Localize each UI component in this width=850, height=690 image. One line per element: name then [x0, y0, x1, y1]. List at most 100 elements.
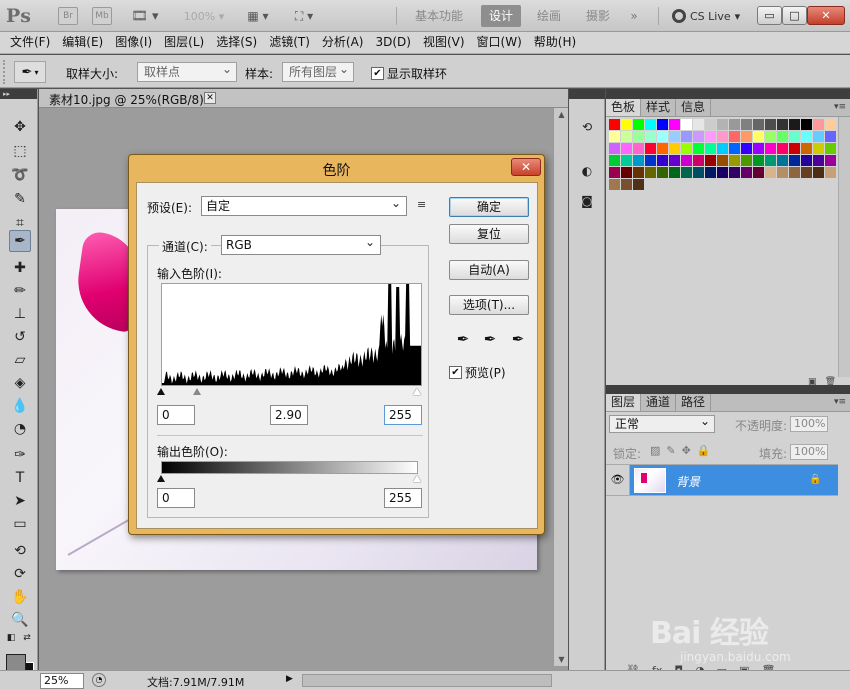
sample-layers-select[interactable]: 所有图层	[282, 60, 354, 82]
color-swatch[interactable]	[621, 143, 632, 154]
swatches-scrollbar[interactable]	[838, 117, 850, 377]
swap-colors-icon[interactable]: ⇄	[20, 632, 34, 644]
color-swatch[interactable]	[693, 155, 704, 166]
scroll-down-icon[interactable]: ▼	[556, 655, 567, 664]
history-brush-tool-icon[interactable]: ↺	[9, 326, 31, 348]
color-swatch[interactable]	[753, 119, 764, 130]
workspace-more-button[interactable]: »	[624, 5, 644, 27]
color-swatch[interactable]	[681, 131, 692, 142]
color-swatch[interactable]	[765, 167, 776, 178]
input-black-field[interactable]: 0	[157, 405, 195, 425]
pen-tool-icon[interactable]: ✑	[9, 444, 31, 466]
color-swatch[interactable]	[729, 143, 740, 154]
cs-live-button[interactable]: CS Live ▾	[672, 7, 740, 25]
vertical-scrollbar[interactable]: ▲ ▼	[553, 108, 568, 666]
tab-info[interactable]: 信息	[676, 99, 712, 116]
default-colors-icon[interactable]: ◧	[4, 632, 18, 644]
color-swatch[interactable]	[789, 131, 800, 142]
color-swatch[interactable]	[681, 155, 692, 166]
preview-checkbox[interactable]: ✔ 预览(P)	[449, 364, 506, 381]
input-gamma-handle[interactable]	[193, 388, 201, 395]
color-swatch[interactable]	[753, 143, 764, 154]
color-swatch[interactable]	[717, 155, 728, 166]
output-levels-slider[interactable]	[157, 475, 421, 485]
close-window-button[interactable]: ✕	[807, 6, 845, 25]
color-swatch[interactable]	[633, 143, 644, 154]
color-swatch[interactable]	[801, 155, 812, 166]
type-tool-icon[interactable]: T	[9, 467, 31, 489]
document-close-icon[interactable]: ✕	[204, 92, 216, 104]
lock-all-icon[interactable]: 🔒	[697, 444, 711, 457]
color-swatch[interactable]	[765, 119, 776, 130]
color-swatch[interactable]	[657, 119, 668, 130]
launch-bridge-button[interactable]: Br	[58, 7, 78, 25]
healing-brush-tool-icon[interactable]: ✚	[9, 257, 31, 279]
color-swatch[interactable]	[645, 119, 656, 130]
color-swatch[interactable]	[777, 131, 788, 142]
black-eyedropper-icon[interactable]: ✒	[454, 330, 472, 350]
color-swatch[interactable]	[621, 119, 632, 130]
color-swatch[interactable]	[609, 131, 620, 142]
color-swatch[interactable]	[789, 155, 800, 166]
preset-select[interactable]: 自定	[201, 194, 407, 216]
status-info-icon[interactable]: ◔	[92, 673, 106, 687]
color-swatch[interactable]	[633, 179, 644, 190]
input-black-point-handle[interactable]	[157, 388, 165, 395]
color-swatch[interactable]	[681, 119, 692, 130]
color-swatch[interactable]	[777, 155, 788, 166]
color-swatch[interactable]	[705, 155, 716, 166]
color-swatch[interactable]	[813, 143, 824, 154]
input-gamma-field[interactable]: 2.90	[270, 405, 308, 425]
rectangle-tool-icon[interactable]: ▭	[9, 513, 31, 535]
white-eyedropper-icon[interactable]: ✒	[509, 330, 527, 350]
move-tool-icon[interactable]: ✥	[9, 116, 31, 138]
color-swatch[interactable]	[669, 155, 680, 166]
color-swatch[interactable]	[765, 143, 776, 154]
lock-position-icon[interactable]: ✥	[682, 444, 691, 457]
document-tab[interactable]: 素材10.jpg @ 25%(RGB/8) * ✕	[39, 89, 568, 108]
color-swatch[interactable]	[801, 167, 812, 178]
color-swatch[interactable]	[825, 119, 836, 130]
color-swatch[interactable]	[657, 131, 668, 142]
color-swatch[interactable]	[741, 143, 752, 154]
color-swatch[interactable]	[657, 143, 668, 154]
color-swatch[interactable]	[729, 119, 740, 130]
launch-minibridge-button[interactable]: Mb	[92, 7, 112, 25]
output-black-handle[interactable]	[157, 475, 165, 482]
blend-mode-select[interactable]: 正常	[609, 413, 715, 433]
color-swatch[interactable]	[705, 167, 716, 178]
menu-window[interactable]: 窗口(W)	[471, 32, 528, 53]
tab-swatches[interactable]: 色板	[606, 99, 642, 116]
hand-tool-icon[interactable]: ✋	[9, 586, 31, 608]
tab-layers[interactable]: 图层	[606, 394, 642, 411]
color-swatch[interactable]	[621, 167, 632, 178]
color-swatch[interactable]	[729, 155, 740, 166]
color-panel-icon[interactable]: ◐	[577, 161, 597, 181]
panel-menu-icon[interactable]: ▾≡	[834, 99, 846, 116]
output-white-field[interactable]: 255	[384, 488, 422, 508]
lock-transparent-icon[interactable]: ▨	[650, 444, 660, 457]
color-swatch[interactable]	[741, 131, 752, 142]
workspace-photography[interactable]: 摄影	[578, 5, 618, 27]
color-swatch[interactable]	[645, 167, 656, 178]
menu-help[interactable]: 帮助(H)	[528, 32, 582, 53]
menu-select[interactable]: 选择(S)	[210, 32, 263, 53]
output-white-handle[interactable]	[413, 475, 421, 482]
color-swatch[interactable]	[633, 155, 644, 166]
color-swatch[interactable]	[645, 155, 656, 166]
channel-select[interactable]: RGB	[221, 233, 381, 255]
color-swatch[interactable]	[765, 131, 776, 142]
color-swatch[interactable]	[789, 143, 800, 154]
menu-edit[interactable]: 编辑(E)	[56, 32, 109, 53]
3d-orbit-tool-icon[interactable]: ⟳	[9, 563, 31, 585]
maximize-button[interactable]: □	[782, 6, 807, 25]
color-swatch[interactable]	[633, 167, 644, 178]
color-swatch[interactable]	[801, 131, 812, 142]
output-black-field[interactable]: 0	[157, 488, 195, 508]
tab-channels[interactable]: 通道	[641, 394, 677, 411]
color-swatch[interactable]	[645, 131, 656, 142]
input-white-point-handle[interactable]	[413, 388, 421, 395]
color-swatch[interactable]	[693, 167, 704, 178]
color-swatch[interactable]	[801, 119, 812, 130]
color-swatch[interactable]	[729, 167, 740, 178]
